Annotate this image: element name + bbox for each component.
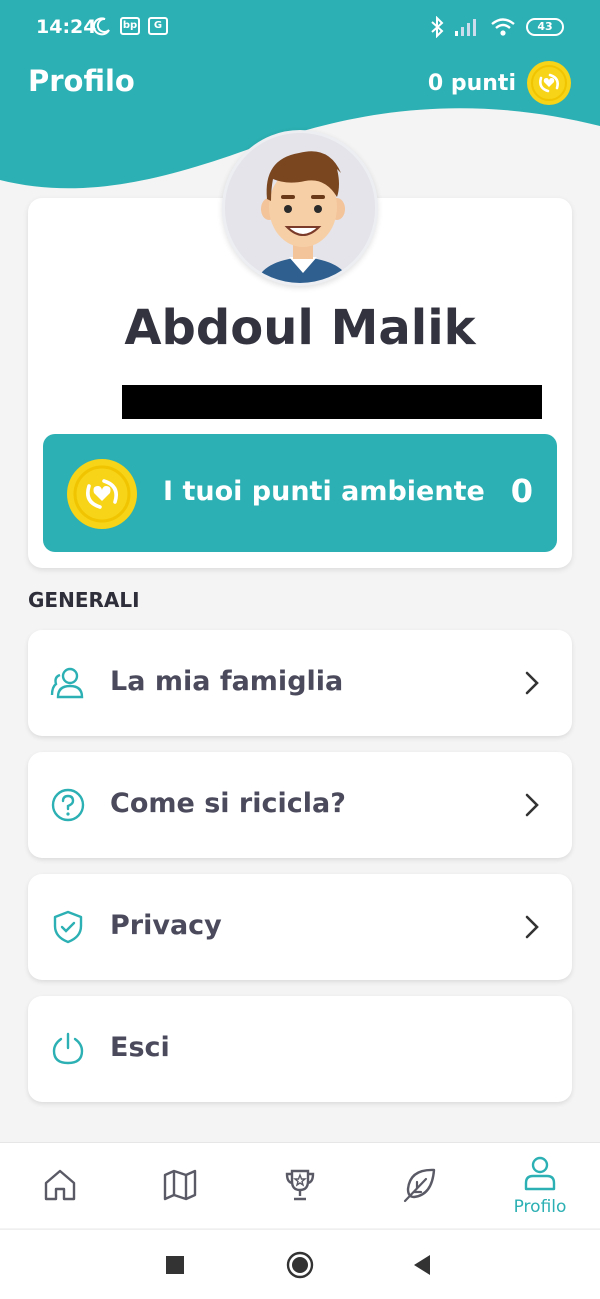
menu-item-family[interactable]: La mia famiglia <box>28 630 572 736</box>
recents-icon[interactable] <box>165 1255 185 1275</box>
status-bar: 14:24 bp G 43 <box>0 0 600 56</box>
family-icon <box>50 667 84 699</box>
page-title: Profilo <box>28 64 135 98</box>
map-icon <box>163 1169 197 1201</box>
menu-item-label: Come si ricicla? <box>110 788 346 819</box>
bluetooth-icon <box>431 16 444 38</box>
nav-leaf[interactable] <box>360 1143 480 1229</box>
bottom-nav: Profilo <box>0 1142 600 1228</box>
menu-item-label: Privacy <box>110 910 222 941</box>
moon-icon <box>92 17 110 36</box>
nav-profile[interactable]: Profilo <box>480 1143 600 1229</box>
points-banner-value: 0 <box>510 472 533 510</box>
chevron-right-icon <box>525 915 539 939</box>
menu-item-logout[interactable]: Esci <box>28 996 572 1102</box>
leaf-icon <box>403 1168 436 1203</box>
menu-item-recycling-help[interactable]: Come si ricicla? <box>28 752 572 858</box>
nav-profile-label: Profilo <box>513 1197 567 1217</box>
nav-home[interactable] <box>0 1143 120 1229</box>
home-icon <box>44 1169 76 1201</box>
trophy-icon <box>285 1169 315 1201</box>
shield-check-icon <box>53 910 83 944</box>
help-icon <box>51 788 85 822</box>
bp-badge-icon: bp <box>120 17 140 35</box>
coin-icon <box>67 459 137 529</box>
user-name: Abdoul Malik <box>124 300 476 356</box>
wifi-icon <box>491 18 515 36</box>
gallery-icon: G <box>148 17 168 35</box>
redacted-info <box>122 385 542 419</box>
chevron-right-icon <box>525 793 539 817</box>
status-time: 14:24 <box>36 16 97 38</box>
points-banner-label: I tuoi punti ambiente <box>163 476 485 507</box>
menu-item-label: Esci <box>110 1032 170 1063</box>
avatar-illustration <box>225 133 375 283</box>
signal-icon <box>455 19 476 36</box>
coin-icon <box>527 61 571 105</box>
back-icon[interactable] <box>412 1254 432 1276</box>
avatar[interactable] <box>222 130 378 286</box>
chevron-right-icon <box>525 671 539 695</box>
header-points-label: 0 punti <box>427 70 516 96</box>
points-banner[interactable]: I tuoi punti ambiente 0 <box>43 434 557 552</box>
menu-item-label: La mia famiglia <box>110 666 344 697</box>
system-nav-bar <box>0 1229 600 1299</box>
nav-trophy[interactable] <box>240 1143 360 1229</box>
menu-item-privacy[interactable]: Privacy <box>28 874 572 980</box>
battery-icon: 43 <box>526 18 564 36</box>
home-circle-icon[interactable] <box>286 1251 314 1279</box>
profile-icon <box>524 1156 556 1191</box>
section-title: GENERALI <box>28 588 140 612</box>
nav-map[interactable] <box>120 1143 240 1229</box>
header-points[interactable]: 0 punti <box>428 60 572 106</box>
power-icon <box>52 1032 84 1065</box>
